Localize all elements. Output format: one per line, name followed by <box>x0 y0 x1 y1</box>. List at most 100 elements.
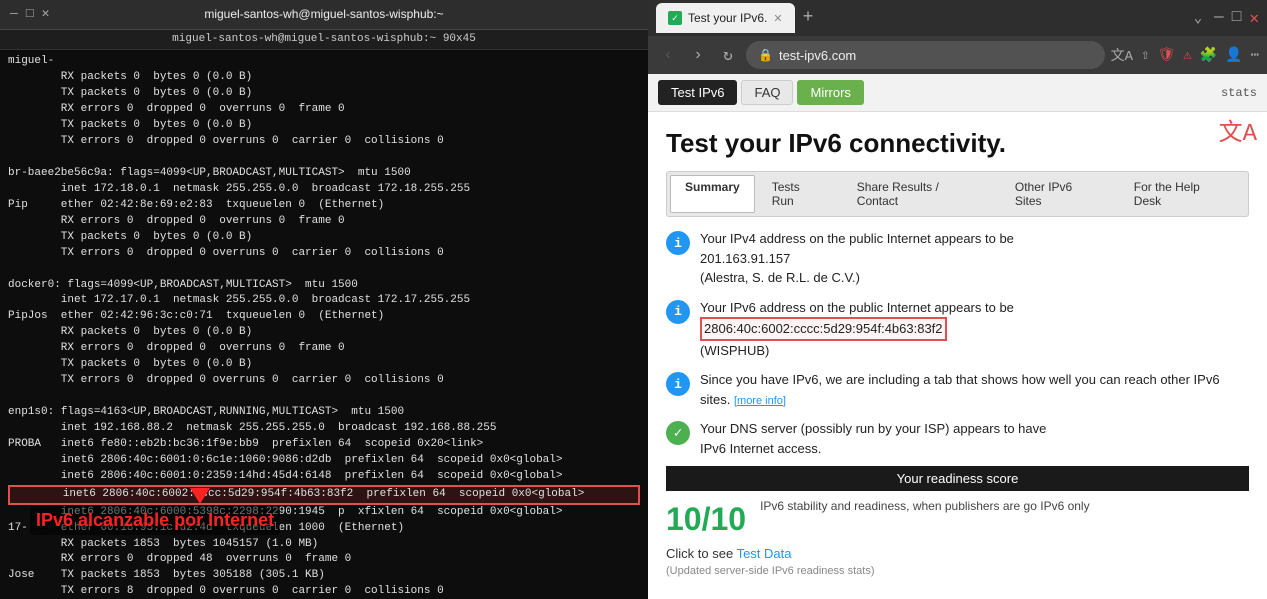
terminal-line: RX errors 0 dropped 0 overruns 0 frame 0 <box>8 214 640 230</box>
inner-tab-other-sites[interactable]: Other IPv6 Sites <box>1000 175 1117 213</box>
site-tab-mirrors[interactable]: Mirrors <box>797 80 863 105</box>
terminal-panel: — □ ✕ miguel-santos-wh@miguel-santos-wis… <box>0 0 648 599</box>
terminal-line: PipJos ether 02:42:96:3c:c0:71 txqueuele… <box>8 309 640 325</box>
site-tab-faq[interactable]: FAQ <box>741 80 793 105</box>
terminal-line: TX packets 0 bytes 0 (0.0 B) <box>8 118 640 134</box>
info-item-ipv6: i Your IPv6 address on the public Intern… <box>666 298 1249 361</box>
browser-tabbar: ✓ Test your IPv6. ✕ + ⌄ — □ ✕ <box>648 0 1267 36</box>
info-icon-blue-1: i <box>666 231 690 255</box>
terminal-line: br-baee2be56c9a: flags=4099<UP,BROADCAST… <box>8 166 640 182</box>
terminal-line: Pip ether 02:42:8e:69:e2:83 txqueuelen 0… <box>8 198 640 214</box>
close-browser-button[interactable]: ✕ <box>1249 8 1259 28</box>
terminal-subtitle: miguel-santos-wh@miguel-santos-wisphub:~… <box>0 30 648 50</box>
terminal-line: miguel- <box>8 54 640 70</box>
address-bar[interactable]: 🔒 test-ipv6.com <box>746 41 1105 69</box>
terminal-minimize[interactable]: — <box>10 5 18 23</box>
site-body: Test your IPv6 connectivity. Summary Tes… <box>648 112 1267 599</box>
info-items: i Your IPv4 address on the public Intern… <box>666 229 1249 458</box>
terminal-line: RX packets 0 bytes 0 (0.0 B) <box>8 325 640 341</box>
settings-icon[interactable]: ⋯ <box>1251 47 1259 64</box>
terminal-close[interactable]: ✕ <box>42 5 50 23</box>
shield-icon[interactable]: 🛡 <box>1157 47 1175 64</box>
terminal-line: inet 192.168.88.2 netmask 255.255.255.0 … <box>8 421 640 437</box>
terminal-line: TX packets 0 bytes 0 (0.0 B) <box>8 230 640 246</box>
terminal-line: RX errors 0 dropped 0 overruns 0 frame 0 <box>8 341 640 357</box>
terminal-line: PROBA inet6 fe80::eb2b:bc36:1f9e:bb9 pre… <box>8 437 640 453</box>
browser-tab-active[interactable]: ✓ Test your IPv6. ✕ <box>656 3 795 33</box>
site-tabs: Test IPv6 FAQ Mirrors stats <box>648 74 1267 112</box>
browser-navbar: ‹ › ↻ 🔒 test-ipv6.com 文A ⇧ 🛡 ⚠ 🧩 👤 ⋯ <box>648 36 1267 74</box>
info-icon-green-dns: ✓ <box>666 421 690 445</box>
terminal-line: TX packets 0 bytes 0 (0.0 B) <box>8 86 640 102</box>
terminal-line <box>8 150 640 166</box>
profile-icon[interactable]: 👤 <box>1225 47 1242 64</box>
info-text-ipv6: Your IPv6 address on the public Internet… <box>700 298 1014 361</box>
terminal-line: Jose TX packets 1853 bytes 305188 (305.1… <box>8 568 640 584</box>
share-icon[interactable]: ⇧ <box>1141 47 1149 64</box>
terminal-line: TX errors 0 dropped 0 overruns 0 carrier… <box>8 134 640 150</box>
lock-icon: 🔒 <box>758 48 773 62</box>
terminal-line: inet 172.17.0.1 netmask 255.255.0.0 broa… <box>8 293 640 309</box>
terminal-maximize[interactable]: □ <box>26 5 34 23</box>
browser-menu-button[interactable]: ⌄ <box>1194 10 1202 27</box>
info-text-dns: Your DNS server (possibly run by your IS… <box>700 419 1046 458</box>
reload-button[interactable]: ↻ <box>716 45 740 65</box>
info-item-ipv6-tabs: i Since you have IPv6, we are including … <box>666 370 1249 409</box>
browser-tab-title: Test your IPv6. <box>688 11 767 25</box>
test-data-link-container: Click to see Test Data <box>666 546 1249 561</box>
website-content: Test IPv6 FAQ Mirrors stats 文A Test your… <box>648 74 1267 599</box>
updated-text: (Updated server-side IPv6 readiness stat… <box>666 565 1249 577</box>
terminal-line: TX packets 0 bytes 0 (0.0 B) <box>8 357 640 373</box>
site-main-title: Test your IPv6 connectivity. <box>666 128 1249 159</box>
terminal-titlebar: — □ ✕ miguel-santos-wh@miguel-santos-wis… <box>0 0 648 30</box>
terminal-line: RX packets 1853 bytes 1045157 (1.0 MB) <box>8 537 640 553</box>
readiness-score-value: 10/10 <box>666 501 746 538</box>
terminal-line: inet6 2806:40c:6001:0:6c1e:1060:9086:d2d… <box>8 453 640 469</box>
nav-icons: 文A ⇧ 🛡 ⚠ 🧩 👤 ⋯ <box>1111 45 1259 65</box>
maximize-browser-button[interactable]: □ <box>1232 8 1242 28</box>
info-icon-blue-3: i <box>666 372 690 396</box>
info-icon-blue-2: i <box>666 300 690 324</box>
browser-panel: ✓ Test your IPv6. ✕ + ⌄ — □ ✕ ‹ › ↻ 🔒 te… <box>648 0 1267 599</box>
site-tab-test-ipv6[interactable]: Test IPv6 <box>658 80 737 105</box>
readiness-score-bar: Your readiness score <box>666 466 1249 491</box>
inner-tabs: Summary Tests Run Share Results / Contac… <box>666 171 1249 217</box>
site-stats-link[interactable]: stats <box>1221 86 1257 100</box>
new-tab-button[interactable]: + <box>803 8 814 28</box>
ipv6-address-highlight: 2806:40c:6002:cccc:5d29:954f:4b63:83f2 <box>700 317 947 341</box>
forward-button[interactable]: › <box>686 46 710 64</box>
terminal-line <box>8 262 640 278</box>
info-text-ipv4: Your IPv4 address on the public Internet… <box>700 229 1014 288</box>
terminal-line: inet6 2806:40c:6001:0:2359:14hd:45d4:614… <box>8 469 640 485</box>
arrow-label: IPv6 alcanzable por Internet <box>30 506 280 535</box>
translate-icon[interactable]: 文A <box>1111 45 1133 65</box>
arrow-down-indicator <box>190 488 210 504</box>
terminal-line: RX errors 0 dropped 0 overruns 0 frame 0 <box>8 102 640 118</box>
terminal-title: miguel-santos-wh@miguel-santos-wisphub:~ <box>60 6 588 23</box>
inner-tab-share[interactable]: Share Results / Contact <box>842 175 998 213</box>
inner-tab-help-desk[interactable]: For the Help Desk <box>1119 175 1245 213</box>
terminal-line: inet 172.18.0.1 netmask 255.255.0.0 broa… <box>8 182 640 198</box>
terminal-line: TX errors 8 dropped 0 overruns 0 carrier… <box>8 584 640 599</box>
extensions-icon[interactable]: 🧩 <box>1200 47 1217 64</box>
warning-icon[interactable]: ⚠ <box>1183 47 1191 64</box>
more-info-link[interactable]: [more info] <box>734 395 786 407</box>
info-item-ipv4: i Your IPv4 address on the public Intern… <box>666 229 1249 288</box>
address-text[interactable]: test-ipv6.com <box>779 48 1093 63</box>
terminal-line: enp1s0: flags=4163<UP,BROADCAST,RUNNING,… <box>8 405 640 421</box>
inner-tab-summary[interactable]: Summary <box>670 175 755 213</box>
terminal-line: RX errors 0 dropped 48 overruns 0 frame … <box>8 552 640 568</box>
info-item-dns: ✓ Your DNS server (possibly run by your … <box>666 419 1249 458</box>
terminal-line: RX packets 0 bytes 0 (0.0 B) <box>8 70 640 86</box>
info-text-ipv6-tabs: Since you have IPv6, we are including a … <box>700 370 1249 409</box>
readiness-text: IPv6 stability and readiness, when publi… <box>760 497 1090 515</box>
terminal-line: docker0: flags=4099<UP,BROADCAST,MULTICA… <box>8 278 640 294</box>
test-data-link[interactable]: Test Data <box>737 546 792 561</box>
inner-tab-tests-run[interactable]: Tests Run <box>757 175 840 213</box>
tab-close-button[interactable]: ✕ <box>773 12 782 25</box>
terminal-line <box>8 389 640 405</box>
minimize-browser-button[interactable]: — <box>1214 8 1224 28</box>
back-button[interactable]: ‹ <box>656 46 680 64</box>
arrow-annotation: IPv6 alcanzable por Internet <box>30 488 280 535</box>
translate-icon[interactable]: 文A <box>1219 112 1257 148</box>
